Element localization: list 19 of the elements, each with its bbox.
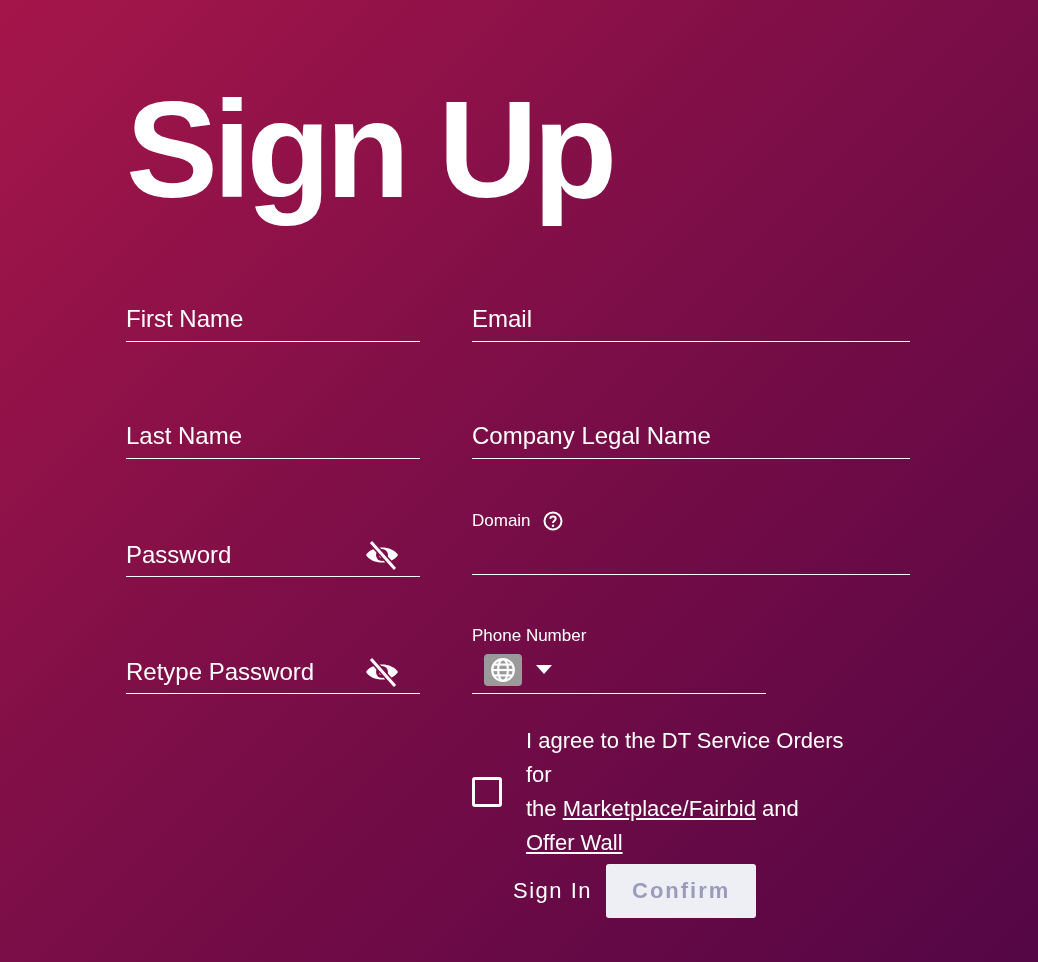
input-field[interactable]: Email [472, 304, 910, 342]
help-icon[interactable] [542, 511, 563, 531]
field-label: Domain [472, 511, 531, 531]
link[interactable]: Marketplace/Fairbid [562, 796, 756, 821]
sign-in-link[interactable]: Sign In [513, 878, 592, 904]
caret-icon [536, 665, 552, 674]
input-field[interactable]: First Name [126, 304, 420, 342]
eye-slash-icon[interactable] [364, 655, 400, 688]
agreement-text: I agree to the DT Service Orders for the Marketplace/Fairbid and Offer Wall [526, 727, 845, 857]
input-field[interactable]: Company Legal Name [472, 421, 910, 459]
input-field[interactable]: Last Name [126, 421, 420, 459]
checkbox[interactable] [472, 777, 502, 807]
eye-slash-icon[interactable] [364, 538, 400, 571]
page-title: Sign Up [126, 74, 614, 225]
link[interactable]: Offer Wall [526, 830, 623, 855]
password-field[interactable]: Retype Password [126, 657, 364, 686]
password-field[interactable]: Password [126, 540, 364, 569]
globe-icon [484, 653, 522, 686]
field-label: Phone Number [472, 626, 588, 646]
